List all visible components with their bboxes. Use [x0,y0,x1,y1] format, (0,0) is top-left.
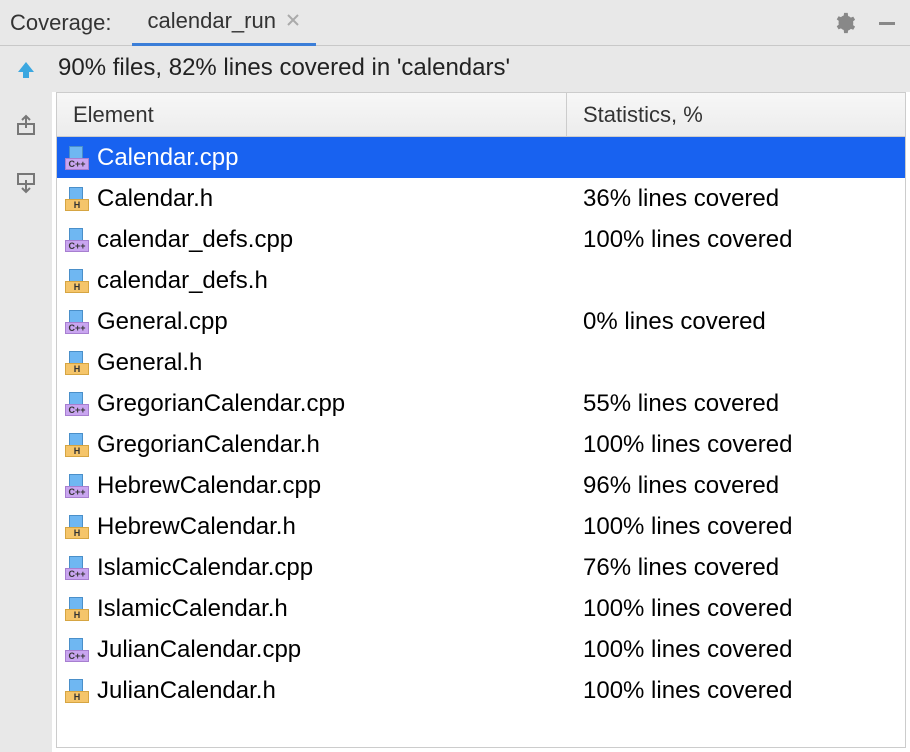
file-name: JulianCalendar.cpp [97,636,301,664]
cell-element: H Calendar.h [57,178,567,219]
cell-element: H HebrewCalendar.h [57,506,567,547]
export-up-icon[interactable] [12,112,40,140]
cell-element: H JulianCalendar.h [57,670,567,711]
cell-stats: 36% lines covered [567,185,905,213]
cell-stats: 100% lines covered [567,513,905,541]
cpp-file-icon: C++ [65,146,89,170]
table-row[interactable]: C++ Calendar.cpp [57,137,905,178]
file-name: General.cpp [97,308,228,336]
table-row[interactable]: C++ calendar_defs.cpp 100% lines covered [57,219,905,260]
cell-stats: 100% lines covered [567,677,905,705]
cpp-file-icon: C++ [65,474,89,498]
header-file-icon: H [65,515,89,539]
header-file-icon: H [65,187,89,211]
tab-coverage-run[interactable]: calendar_run [132,0,316,46]
cell-element: Hcalendar_defs.h [57,260,567,301]
cpp-file-icon: C++ [65,638,89,662]
header-file-icon: H [65,269,89,293]
cell-stats: 100% lines covered [567,595,905,623]
cell-element: H General.h [57,342,567,383]
cpp-file-icon: C++ [65,228,89,252]
cell-stats: 100% lines covered [567,226,905,254]
cell-element: C++ calendar_defs.cpp [57,219,567,260]
cell-element: C++ JulianCalendar.cpp [57,629,567,670]
file-name: HebrewCalendar.h [97,513,296,541]
cell-stats: 0% lines covered [567,308,905,336]
table-row[interactable]: H GregorianCalendar.h 100% lines covered [57,424,905,465]
arrow-up-icon[interactable] [12,56,40,84]
panel-header: Coverage: calendar_run [0,0,910,46]
table-row[interactable]: C++ GregorianCalendar.cpp 55% lines covere… [57,383,905,424]
table-row[interactable]: H HebrewCalendar.h 100% lines covered [57,506,905,547]
file-name: GregorianCalendar.h [97,431,320,459]
header-file-icon: H [65,351,89,375]
minimize-icon[interactable] [874,10,900,36]
close-icon[interactable] [286,11,300,32]
cpp-file-icon: C++ [65,310,89,334]
table-row[interactable]: H General.h [57,342,905,383]
table-row[interactable]: C++ JulianCalendar.cpp 100% lines covered [57,629,905,670]
table-row[interactable]: C++ IslamicCalendar.cpp 76% lines covered [57,547,905,588]
cpp-file-icon: C++ [65,392,89,416]
coverage-summary: 90% files, 82% lines covered in 'calenda… [52,46,910,92]
cell-stats: 100% lines covered [567,636,905,664]
cell-element: C++ General.cpp [57,301,567,342]
table-row[interactable]: Hcalendar_defs.h [57,260,905,301]
column-header-element[interactable]: Element [57,93,567,136]
gear-icon[interactable] [832,10,858,36]
file-name: IslamicCalendar.h [97,595,288,623]
header-file-icon: H [65,597,89,621]
column-header-stats[interactable]: Statistics, % [567,102,905,128]
table-row[interactable]: H JulianCalendar.h 100% lines covered [57,670,905,711]
table-row[interactable]: H IslamicCalendar.h 100% lines covered [57,588,905,629]
cell-element: C++ Calendar.cpp [57,137,567,178]
tab-label: calendar_run [148,8,276,34]
cell-stats: 100% lines covered [567,431,905,459]
file-name: calendar_defs.cpp [97,226,293,254]
cell-stats: 96% lines covered [567,472,905,500]
table-row[interactable]: C++ General.cpp 0% lines covered [57,301,905,342]
cell-stats: 76% lines covered [567,554,905,582]
cell-stats: 55% lines covered [567,390,905,418]
table-header: Element Statistics, % [57,93,905,137]
cell-element: H GregorianCalendar.h [57,424,567,465]
file-name: HebrewCalendar.cpp [97,472,321,500]
file-name: IslamicCalendar.cpp [97,554,313,582]
header-file-icon: H [65,433,89,457]
coverage-table: Element Statistics, % C++ Calendar.cpp H Ca… [56,92,906,748]
table-row[interactable]: H Calendar.h 36% lines covered [57,178,905,219]
file-name: Calendar.h [97,185,213,213]
file-name: Calendar.cpp [97,144,238,172]
cpp-file-icon: C++ [65,556,89,580]
file-name: GregorianCalendar.cpp [97,390,345,418]
toolbar-gutter [0,46,52,752]
cell-element: C++ HebrewCalendar.cpp [57,465,567,506]
cell-element: C++ GregorianCalendar.cpp [57,383,567,424]
header-file-icon: H [65,679,89,703]
file-name: JulianCalendar.h [97,677,276,705]
panel-title: Coverage: [10,10,112,36]
import-down-icon[interactable] [12,168,40,196]
cell-element: H IslamicCalendar.h [57,588,567,629]
cell-element: C++ IslamicCalendar.cpp [57,547,567,588]
table-row[interactable]: C++ HebrewCalendar.cpp 96% lines covered [57,465,905,506]
file-name: General.h [97,349,202,377]
file-name: calendar_defs.h [97,267,268,295]
